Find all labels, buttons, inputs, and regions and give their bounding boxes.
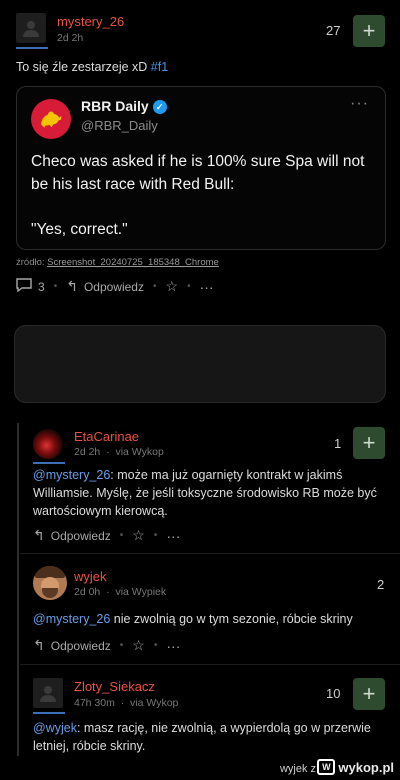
post-actions: 3 • ↰ Odpowiedz • ☆ • ··· <box>16 278 214 295</box>
comment-meta: 2d 0h · via Wypiek <box>74 586 167 598</box>
plus-icon: + <box>362 18 376 43</box>
reply-button[interactable]: Odpowiedz <box>51 639 111 653</box>
comment-author[interactable]: Zloty_Siekacz <box>74 679 155 694</box>
mention-link[interactable]: @mystery_26 <box>33 612 110 626</box>
tweet-handle: @RBR_Daily <box>81 118 158 133</box>
separator-dot: • <box>152 281 157 292</box>
post-tag[interactable]: #f1 <box>151 60 168 74</box>
reply-icon[interactable]: ↰ <box>33 527 45 544</box>
more-icon[interactable]: ··· <box>200 279 214 295</box>
avatar[interactable] <box>33 566 67 600</box>
post-author[interactable]: mystery_26 <box>57 14 124 29</box>
tweet-line-1: Checo was asked if he is 100% sure Spa w… <box>31 153 365 193</box>
source-line: źródło: Screenshot_20240725_185348_Chrom… <box>16 257 219 268</box>
plus-button[interactable]: + <box>353 15 385 47</box>
comment-divider <box>20 553 400 554</box>
comment-meta: 2d 2h · via Wykop <box>74 446 164 458</box>
plus-button[interactable]: + <box>353 678 385 710</box>
reply-button[interactable]: Odpowiedz <box>84 280 144 294</box>
comment-text: : masz rację, nie zwolnią, a wypierdolą … <box>33 721 371 753</box>
author-underline <box>33 462 65 464</box>
placeholder-box <box>14 325 386 403</box>
wykop-logo: Wwykop.pl <box>317 759 394 775</box>
comment-actions: ↰ Odpowiedz • ☆ • ··· <box>33 527 180 544</box>
avatar[interactable] <box>16 13 46 43</box>
separator-dot: • <box>119 640 124 651</box>
comment-votes: 10 <box>326 686 341 701</box>
tweet-author: RBR Daily ✓ <box>81 98 167 114</box>
more-icon[interactable]: ··· <box>166 528 180 544</box>
comment-text: nie zwolnią go w tym sezonie, róbcie skr… <box>110 612 353 626</box>
avatar[interactable] <box>33 678 63 708</box>
wykop-icon: W <box>317 759 336 775</box>
user-placeholder-icon <box>23 21 39 37</box>
reply-button[interactable]: Odpowiedz <box>51 529 111 543</box>
footer-text: wyjek z <box>279 763 316 775</box>
star-icon[interactable]: ☆ <box>132 637 145 654</box>
post-votes: 27 <box>326 23 341 38</box>
thread-line <box>17 423 19 769</box>
post-body: To się źle zestarzeje xD #f1 <box>16 58 168 76</box>
comment-author[interactable]: wyjek <box>74 569 107 584</box>
plus-icon: + <box>362 430 376 455</box>
mention-link[interactable]: @wyjek <box>33 721 77 735</box>
plus-button[interactable]: + <box>353 427 385 459</box>
verified-icon: ✓ <box>152 100 167 114</box>
tweet-line-2: "Yes, correct." <box>31 221 128 238</box>
post-text: To się źle zestarzeje xD <box>16 60 151 74</box>
post-time: 2d 2h <box>57 32 84 44</box>
comment-votes: 1 <box>334 436 342 451</box>
comment-body: @wyjek: masz rację, nie zwolnią, a wypie… <box>33 719 388 755</box>
rbr-logo <box>31 99 71 139</box>
separator-dot: • <box>53 281 58 292</box>
star-icon[interactable]: ☆ <box>132 527 145 544</box>
plus-icon: + <box>362 681 376 706</box>
comment-body: @mystery_26 nie zwolnią go w tym sezonie… <box>33 610 388 628</box>
comment-actions: ↰ Odpowiedz • ☆ • ··· <box>33 637 180 654</box>
comments-count[interactable]: 3 <box>38 280 45 294</box>
comment-icon[interactable] <box>16 278 32 295</box>
avatar[interactable] <box>33 429 63 459</box>
embedded-tweet[interactable]: RBR Daily ✓ @RBR_Daily ··· Checo was aske… <box>16 86 386 250</box>
bull-icon <box>41 111 62 128</box>
reply-icon[interactable]: ↰ <box>33 637 45 654</box>
comment-meta: 47h 30m · via Wykop <box>74 697 179 709</box>
more-icon[interactable]: ··· <box>166 638 180 654</box>
comment-author[interactable]: EtaCarinae <box>74 429 139 444</box>
separator-dot: • <box>187 281 191 292</box>
star-icon[interactable]: ☆ <box>166 278 179 295</box>
source-label: źródło: <box>16 257 48 268</box>
reply-icon[interactable]: ↰ <box>66 278 78 295</box>
comment-body: @mystery_26: może ma już ogarnięty kontr… <box>33 466 388 520</box>
comment-votes: 2 <box>377 577 385 592</box>
author-underline <box>33 712 65 714</box>
tweet-text: Checo was asked if he is 100% sure Spa w… <box>31 150 371 263</box>
mention-link[interactable]: @mystery_26 <box>33 468 110 482</box>
user-placeholder-icon <box>40 686 56 702</box>
author-underline <box>16 47 48 49</box>
separator-dot: • <box>119 530 124 541</box>
separator-dot: • <box>153 640 158 651</box>
tweet-more-icon[interactable]: ··· <box>350 95 369 113</box>
comment-divider <box>20 664 400 665</box>
source-link[interactable]: Screenshot_20240725_185348_Chrome <box>47 257 219 268</box>
separator-dot: • <box>153 530 158 541</box>
